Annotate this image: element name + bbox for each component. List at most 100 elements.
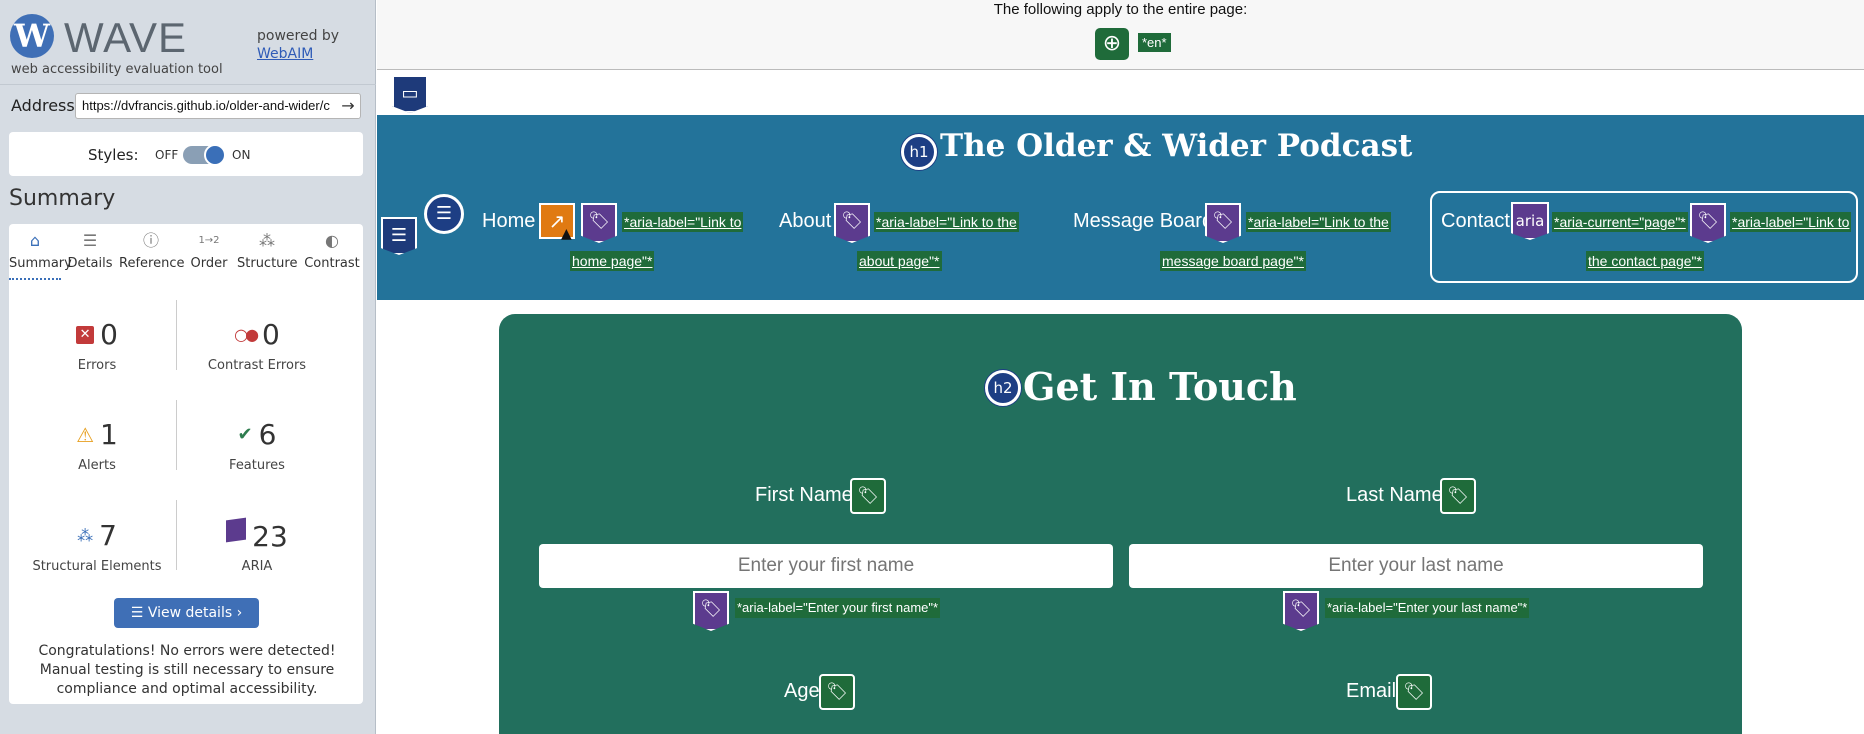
nav-message-board[interactable]: Message Board bbox=[1073, 210, 1213, 233]
aria-label-about-2: about page"* bbox=[857, 251, 942, 271]
last-name-input[interactable] bbox=[1129, 544, 1703, 588]
wave-sidebar: W WAVE web accessibility evaluation tool… bbox=[0, 0, 376, 734]
styles-toggle[interactable] bbox=[183, 144, 226, 166]
address-input[interactable]: https://dvfrancis.github.io/older-and-wi… bbox=[75, 93, 361, 119]
aria-book-icon bbox=[226, 517, 247, 543]
h1-badge[interactable]: h1 bbox=[901, 134, 937, 170]
nav-contact[interactable]: Contact bbox=[1441, 210, 1510, 233]
styles-label: Styles: bbox=[88, 146, 139, 164]
first-name-label: First Name bbox=[755, 484, 853, 506]
page-wide-features: The following apply to the entire page: … bbox=[377, 0, 1864, 70]
tab-contrast[interactable]: ◐ Contrast bbox=[303, 230, 361, 280]
wave-app: W WAVE web accessibility evaluation tool… bbox=[0, 0, 1864, 734]
label-tag-icon[interactable]: 🏷 bbox=[819, 674, 855, 710]
h2-badge[interactable]: h2 bbox=[985, 370, 1021, 406]
evaluated-page: The following apply to the entire page: … bbox=[377, 0, 1864, 734]
summary-panel: ⌂ Summary ☰ Details ⓘ Reference 1→2 Orde… bbox=[9, 224, 363, 704]
feature-check-icon: ✔ bbox=[237, 424, 253, 445]
nav-home[interactable]: Home bbox=[482, 210, 535, 233]
aria-label-message-board-2: message board page"* bbox=[1160, 251, 1306, 271]
address-bar: Address: https://dvfrancis.github.io/old… bbox=[0, 84, 376, 124]
aria-label-first-name: *aria-label="Enter your first name"* bbox=[735, 598, 941, 618]
tab-label: Reference bbox=[119, 256, 185, 271]
contrast-icon: ◐ bbox=[325, 231, 339, 250]
styles-off-label: OFF bbox=[155, 148, 179, 162]
stat-label: Errors bbox=[77, 358, 117, 373]
tab-order[interactable]: 1→2 Order bbox=[187, 230, 231, 280]
stat-contrast-errors[interactable]: ○● 0 Contrast Errors bbox=[177, 318, 337, 373]
arrow-right-icon[interactable]: → bbox=[337, 94, 359, 118]
tab-label: Structure bbox=[237, 256, 298, 271]
stat-structural-elements[interactable]: ⁂ 7 Structural Elements bbox=[17, 519, 177, 574]
contrast-error-icon: ○● bbox=[234, 325, 259, 344]
stat-features[interactable]: ✔ 6 Features bbox=[177, 418, 337, 473]
tag-icon[interactable]: 🏷 bbox=[1690, 203, 1726, 243]
aria-landmark-icon[interactable]: ▭ bbox=[392, 75, 428, 113]
stat-label: Alerts bbox=[78, 458, 116, 473]
structure-icon: ⁂ bbox=[77, 526, 94, 545]
contact-form-card: h2 Get In Touch First Name 🏷 Last Name 🏷… bbox=[499, 314, 1742, 734]
tag-icon[interactable]: 🏷 bbox=[581, 203, 617, 243]
tag-icon[interactable]: 🏷 bbox=[1205, 203, 1241, 243]
applies-text: The following apply to the entire page: bbox=[993, 1, 1248, 18]
stat-count: 0 bbox=[100, 318, 118, 351]
aria-label-contact-2: the contact page"* bbox=[1586, 251, 1704, 271]
tab-structure[interactable]: ⁂ Structure bbox=[237, 230, 297, 280]
home-icon: ⌂ bbox=[29, 231, 41, 250]
info-icon: ⓘ bbox=[142, 231, 159, 250]
email-label: Email bbox=[1346, 680, 1397, 702]
age-label: Age bbox=[784, 680, 820, 702]
aria-label-contact: *aria-label="Link to bbox=[1730, 212, 1852, 232]
stat-alerts[interactable]: ⚠ 1 Alerts bbox=[17, 418, 177, 473]
wave-brand: W WAVE web accessibility evaluation tool… bbox=[8, 12, 368, 82]
tab-label: Details bbox=[67, 256, 113, 271]
aria-label-home: *aria-label="Link to bbox=[622, 212, 744, 232]
stat-count: 1 bbox=[100, 418, 118, 451]
nav-about[interactable]: About bbox=[779, 210, 831, 233]
label-tag-icon[interactable]: 🏷 bbox=[1396, 674, 1432, 710]
webaim-link[interactable]: WebAIM bbox=[257, 46, 313, 62]
aria-label-about: *aria-label="Link to the bbox=[874, 212, 1019, 232]
tab-label: Order bbox=[190, 256, 228, 271]
aria-nav-icon[interactable]: ☰ bbox=[381, 217, 417, 255]
toggle-knob bbox=[204, 144, 226, 166]
structure-icon: ⁂ bbox=[259, 231, 275, 250]
label-tag-icon[interactable]: 🏷 bbox=[850, 478, 886, 514]
form-title: Get In Touch bbox=[1023, 364, 1297, 409]
tag-icon[interactable]: 🏷 bbox=[834, 203, 870, 243]
tab-reference[interactable]: ⓘ Reference bbox=[119, 230, 185, 280]
view-details-button[interactable]: ☰ View details › bbox=[114, 598, 259, 628]
congrats-message: Congratulations! No errors were detected… bbox=[38, 643, 336, 697]
language-globe-icon[interactable]: ⊕ bbox=[1095, 28, 1129, 60]
styles-on-label: ON bbox=[232, 148, 251, 162]
tag-icon[interactable]: 🏷 bbox=[1283, 591, 1319, 631]
tab-details[interactable]: ☰ Details bbox=[65, 230, 115, 280]
address-label: Address: bbox=[11, 96, 81, 115]
stat-count: 23 bbox=[252, 520, 288, 553]
wave-tagline: web accessibility evaluation tool bbox=[11, 62, 223, 77]
aria-label-home-2: home page"* bbox=[570, 251, 655, 271]
site-banner: h1 The Older & Wider Podcast ☰ ☰ Home ↗ … bbox=[377, 115, 1864, 300]
stat-label: Structural Elements bbox=[32, 559, 162, 574]
lang-tag: *en* bbox=[1138, 33, 1171, 52]
stat-label: Contrast Errors bbox=[207, 358, 307, 373]
stat-aria[interactable]: 23 ARIA bbox=[177, 517, 337, 574]
aria-label-message-board: *aria-label="Link to the bbox=[1246, 212, 1391, 232]
nav-list-icon[interactable]: ☰ bbox=[424, 194, 464, 234]
first-name-input[interactable] bbox=[539, 544, 1113, 588]
label-tag-icon[interactable]: 🏷 bbox=[1440, 478, 1476, 514]
tab-summary[interactable]: ⌂ Summary bbox=[9, 230, 72, 280]
stat-label: ARIA bbox=[241, 559, 273, 574]
aria-current-label: *aria-current="page"* bbox=[1552, 212, 1688, 232]
wave-logo-icon[interactable]: W bbox=[10, 14, 54, 58]
aria-badge-icon[interactable]: aria bbox=[1511, 202, 1549, 240]
list-icon: ☰ bbox=[82, 231, 98, 250]
styles-toggle-card: Styles: OFF ON bbox=[9, 132, 363, 176]
aria-label-last-name: *aria-label="Enter your last name"* bbox=[1325, 598, 1530, 618]
warning-icon: ▲ bbox=[561, 226, 572, 242]
order-icon: 1→2 bbox=[198, 235, 220, 246]
alert-icon: ⚠ bbox=[76, 422, 95, 447]
stat-errors[interactable]: ✕ 0 Errors bbox=[17, 318, 177, 373]
tag-icon[interactable]: 🏷 bbox=[693, 591, 729, 631]
wave-brand-name: WAVE bbox=[64, 14, 188, 61]
